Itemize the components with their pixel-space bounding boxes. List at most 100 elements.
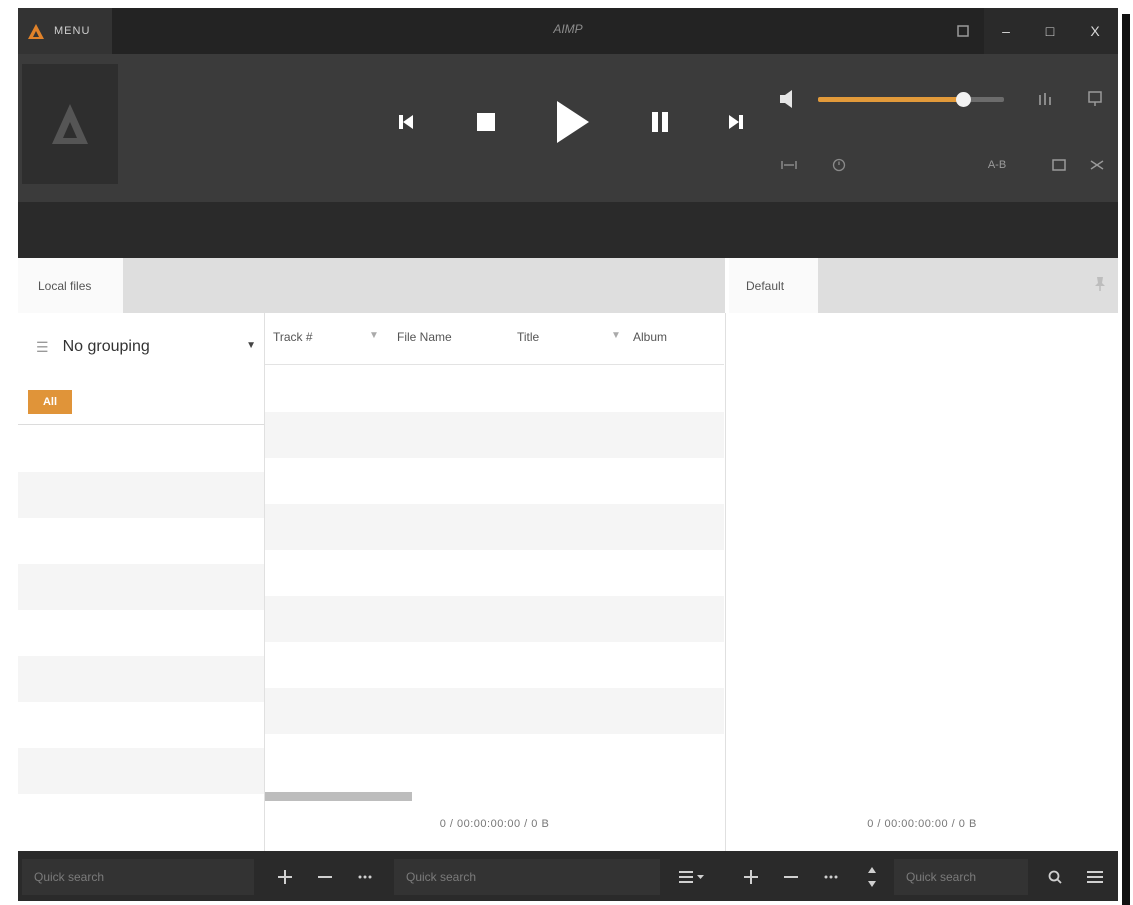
aimp-window: MENU AIMP – □ X A-B Local files Default … — [18, 8, 1118, 901]
list-item — [18, 472, 264, 518]
sort-arrows-icon — [868, 867, 876, 887]
player-panel: A-B — [18, 54, 1118, 202]
tab-local-files[interactable]: Local files — [18, 258, 123, 313]
main-menu-button[interactable] — [1080, 859, 1110, 895]
minimize-button[interactable]: – — [984, 8, 1028, 54]
table-row — [265, 366, 724, 412]
shuffle-icon — [1090, 160, 1104, 170]
menu-label: MENU — [54, 25, 91, 37]
all-filter-chip[interactable]: All — [28, 390, 72, 414]
grouping-panel: ☰ No grouping ▼ All — [18, 313, 264, 425]
crossfade-button[interactable] — [778, 154, 800, 176]
filter-icon[interactable]: ▼ — [611, 330, 621, 341]
volume-slider[interactable] — [818, 92, 1004, 107]
plus-icon — [278, 870, 292, 884]
more-icon — [358, 875, 372, 879]
maximize-button[interactable]: □ — [1028, 8, 1072, 54]
main-area: Local files Default ☰ No grouping ▼ All — [18, 258, 1118, 851]
table-row — [265, 642, 724, 688]
list-item — [18, 748, 264, 794]
volume-fill — [818, 97, 964, 102]
tracks-table: Track # ▼ File Name Title ▼ Album 0 / 00… — [265, 313, 724, 851]
pause-button[interactable] — [642, 104, 678, 140]
ab-repeat-button[interactable]: A-B — [984, 154, 1010, 176]
column-title[interactable]: Title — [517, 330, 539, 344]
table-header: Track # ▼ File Name Title ▼ Album — [265, 313, 724, 365]
list-item — [18, 426, 264, 472]
previous-button[interactable] — [388, 104, 424, 140]
equalizer-button[interactable] — [1034, 88, 1056, 110]
volume-icon — [780, 90, 792, 108]
playlist-more-button[interactable] — [816, 859, 846, 895]
divider[interactable] — [725, 313, 726, 851]
list-item — [18, 564, 264, 610]
playback-info-bar — [18, 202, 1118, 258]
edge-bar — [1122, 14, 1130, 905]
column-track-number[interactable]: Track # — [273, 330, 313, 344]
table-row — [265, 458, 724, 504]
next-icon — [729, 115, 743, 129]
volume-button[interactable] — [778, 88, 800, 110]
hamburger-dropdown-icon — [679, 871, 704, 883]
visualization-icon — [1088, 91, 1102, 106]
chevron-down-icon: ▼ — [246, 340, 256, 351]
grouping-selector[interactable]: ☰ No grouping ▼ — [18, 327, 264, 367]
hamburger-icon — [1087, 871, 1103, 883]
album-art[interactable] — [22, 64, 118, 184]
list-item — [18, 518, 264, 564]
play-button[interactable] — [548, 94, 598, 150]
next-button[interactable] — [718, 104, 754, 140]
more-button[interactable] — [350, 859, 380, 895]
shuffle-button[interactable] — [1086, 154, 1108, 176]
menu-button[interactable]: MENU — [18, 8, 112, 54]
filter-icon[interactable]: ▼ — [369, 330, 379, 341]
app-title: AIMP — [553, 22, 583, 36]
play-icon — [557, 101, 589, 143]
table-row — [265, 688, 724, 734]
search-input-library[interactable] — [394, 859, 660, 895]
playlist-menu-button[interactable] — [672, 859, 712, 895]
stop-button[interactable] — [468, 104, 504, 140]
playlist-tabs: Default — [729, 258, 1118, 313]
list-item — [18, 610, 264, 656]
mini-player-button[interactable] — [948, 8, 978, 54]
search-input-playlist[interactable] — [894, 859, 1028, 895]
search-button[interactable] — [1040, 859, 1070, 895]
tab-default-playlist[interactable]: Default — [729, 258, 818, 313]
mini-player-icon — [957, 25, 969, 37]
list-icon: ☰ — [36, 338, 49, 355]
crossfade-icon — [781, 161, 797, 169]
list-item — [18, 702, 264, 748]
search-icon — [1048, 870, 1062, 884]
repeat-button[interactable] — [1048, 154, 1070, 176]
volume-knob[interactable] — [956, 92, 972, 107]
aimp-logo-icon — [28, 23, 44, 39]
add-to-playlist-button[interactable] — [736, 859, 766, 895]
grouping-list[interactable] — [18, 426, 264, 840]
search-input-grouping[interactable] — [22, 859, 254, 895]
pin-icon[interactable] — [1094, 276, 1108, 296]
close-button[interactable]: X — [1072, 8, 1118, 54]
sort-button[interactable] — [860, 859, 884, 895]
table-body[interactable] — [265, 366, 724, 780]
stop-icon — [477, 113, 495, 131]
bottom-toolbar — [18, 851, 1118, 901]
remove-files-button[interactable] — [310, 859, 340, 895]
table-row — [265, 734, 724, 780]
library-status: 0 / 00:00:00:00 / 0 B — [439, 818, 550, 830]
visualization-button[interactable] — [1084, 88, 1106, 110]
column-album[interactable]: Album — [633, 330, 667, 344]
horizontal-scrollbar[interactable] — [265, 792, 412, 801]
add-files-button[interactable] — [270, 859, 300, 895]
table-row — [265, 504, 724, 550]
sleep-timer-button[interactable] — [828, 154, 850, 176]
window-edge — [1119, 0, 1133, 905]
remove-from-playlist-button[interactable] — [776, 859, 806, 895]
title-bar[interactable]: MENU AIMP – □ X — [18, 8, 1118, 54]
pause-icon — [652, 112, 668, 132]
more-icon — [824, 875, 838, 879]
library-tabs: Local files — [18, 258, 725, 313]
table-row — [265, 550, 724, 596]
column-file-name[interactable]: File Name — [397, 330, 452, 344]
sleep-timer-icon — [832, 158, 846, 172]
